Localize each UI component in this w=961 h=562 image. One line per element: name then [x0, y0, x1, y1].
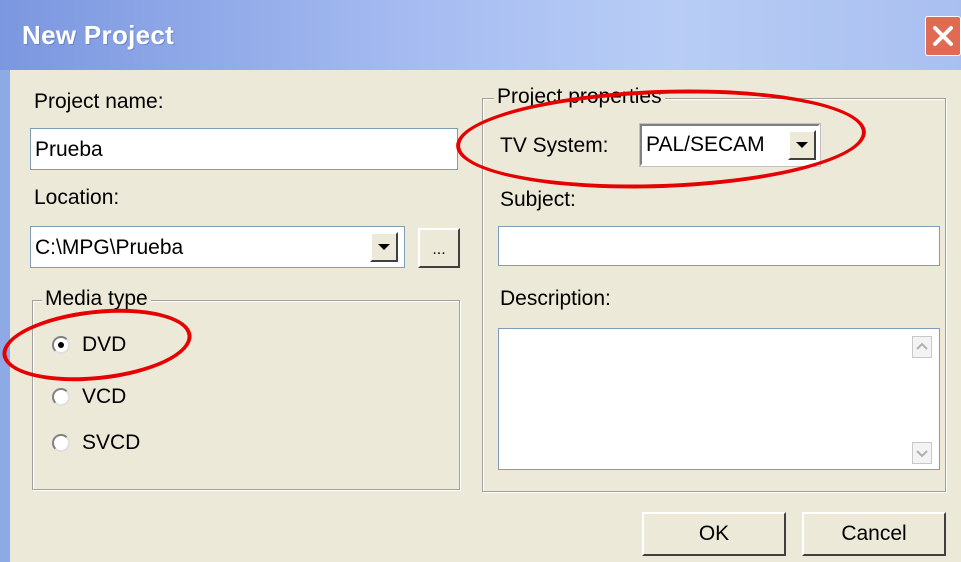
tv-system-dropdown-button[interactable] [788, 130, 816, 160]
tv-system-value: PAL/SECAM [646, 133, 765, 156]
project-name-input[interactable]: Prueba [30, 128, 458, 170]
subject-input[interactable] [498, 226, 940, 266]
tv-system-label: TV System: [500, 134, 609, 157]
project-properties-title: Project properties [494, 85, 665, 109]
radio-dvd-label: DVD [82, 333, 127, 356]
ok-button-label: OK [698, 522, 730, 545]
location-label: Location: [34, 186, 120, 209]
close-icon [933, 26, 953, 46]
radio-vcd-label: VCD [82, 385, 127, 408]
cancel-button-label: Cancel [841, 522, 907, 545]
browse-button-label: ... [432, 241, 446, 258]
radio-svcd[interactable] [52, 434, 70, 452]
close-button[interactable] [925, 16, 961, 56]
window-frame [0, 70, 10, 562]
description-label: Description: [500, 287, 611, 310]
project-name-value: Prueba [35, 137, 103, 161]
browse-button[interactable]: ... [418, 228, 460, 268]
location-value: C:\MPG\Prueba [35, 235, 184, 259]
radio-svcd-label: SVCD [82, 431, 141, 454]
subject-label: Subject: [500, 188, 576, 211]
media-type-title: Media type [42, 287, 151, 311]
location-combobox[interactable]: C:\MPG\Prueba [30, 226, 405, 268]
scroll-down-button[interactable] [912, 442, 932, 464]
radio-vcd[interactable] [52, 388, 70, 406]
description-textarea[interactable] [498, 328, 940, 470]
project-name-label: Project name: [34, 90, 164, 113]
cancel-button[interactable]: Cancel [802, 512, 946, 556]
location-dropdown-button[interactable] [370, 232, 398, 262]
chevron-up-icon [916, 342, 928, 350]
radio-dvd[interactable] [52, 336, 70, 354]
chevron-down-icon [916, 450, 928, 458]
ok-button[interactable]: OK [642, 512, 786, 556]
window-title: New Project [22, 20, 175, 50]
scroll-up-button[interactable] [912, 336, 932, 358]
title-bar: New Project [0, 0, 961, 70]
